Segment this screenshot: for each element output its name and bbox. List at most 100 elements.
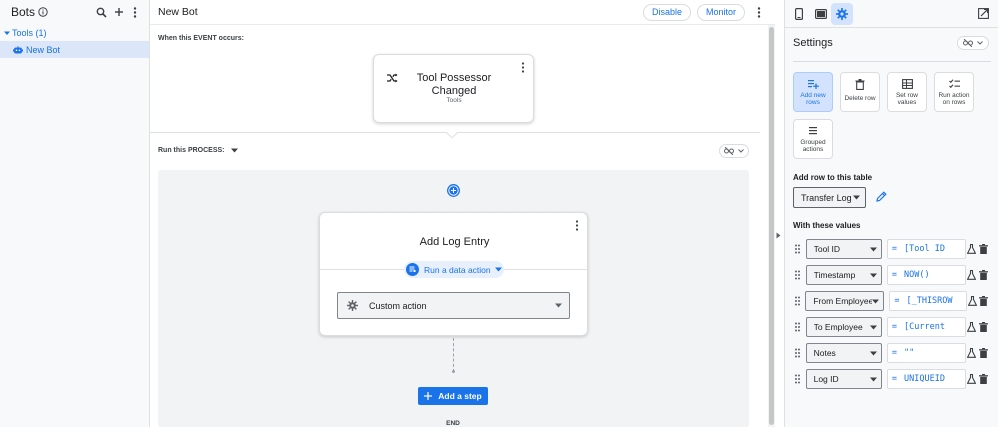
flask-icon[interactable] bbox=[966, 270, 978, 280]
expression-field[interactable]: = [_THISROW bbox=[889, 291, 967, 311]
divider-notch bbox=[446, 132, 458, 138]
canvas-scrollbar[interactable] bbox=[768, 25, 775, 427]
column-name: To Employee bbox=[813, 322, 863, 332]
column-select[interactable]: Notes bbox=[805, 343, 882, 363]
info-icon[interactable] bbox=[38, 7, 48, 17]
expression-value: [Current bbox=[904, 322, 945, 332]
data-action-icon bbox=[406, 263, 419, 276]
expression-field[interactable]: = "" bbox=[886, 343, 966, 363]
shuffle-icon bbox=[387, 73, 398, 83]
process-label: Run this PROCESS: bbox=[158, 147, 225, 154]
add-icon bbox=[424, 392, 433, 400]
step-type-chip[interactable]: Run a data action bbox=[404, 261, 504, 278]
settings-divider bbox=[793, 61, 991, 62]
tile-run-action-on-rows[interactable]: Run action on rows bbox=[934, 72, 974, 112]
connector-line bbox=[453, 338, 454, 372]
flask-icon[interactable] bbox=[967, 296, 978, 306]
flask-icon[interactable] bbox=[966, 374, 978, 384]
tile-label: Delete row bbox=[844, 95, 876, 102]
table-select[interactable]: Transfer Log bbox=[793, 187, 866, 208]
column-name: Log ID bbox=[813, 374, 839, 384]
phone-icon[interactable] bbox=[795, 8, 803, 20]
add-icon[interactable] bbox=[111, 4, 127, 20]
flask-icon[interactable] bbox=[966, 244, 978, 254]
tree-item-label: New Bot bbox=[26, 44, 61, 55]
delete-icon[interactable] bbox=[977, 348, 989, 358]
delete-icon[interactable] bbox=[978, 296, 989, 306]
search-icon[interactable] bbox=[93, 4, 109, 20]
table-select-value: Transfer Log bbox=[801, 192, 852, 203]
drag-handle-icon[interactable] bbox=[793, 296, 802, 306]
add-circle-icon[interactable] bbox=[447, 184, 460, 197]
tile-grouped-actions[interactable]: Grouped actions bbox=[793, 119, 833, 159]
equals-sign: = bbox=[891, 348, 898, 358]
tile-label: Set row values bbox=[895, 92, 919, 106]
bots-sidebar: Bots Tools (1) New Bot bbox=[0, 0, 150, 427]
edit-icon[interactable] bbox=[876, 191, 887, 202]
column-select[interactable]: To Employee bbox=[805, 317, 882, 337]
visibility-toggle[interactable] bbox=[957, 36, 989, 50]
tile-set-row-values[interactable]: Set row values bbox=[887, 72, 927, 112]
add-step-button[interactable]: Add a step bbox=[418, 387, 488, 405]
tree-item-new-bot[interactable]: New Bot bbox=[0, 41, 149, 58]
panel-divider bbox=[785, 27, 998, 28]
event-card[interactable]: Tool Possessor Changed Tools bbox=[373, 54, 534, 123]
column-select[interactable]: Timestamp bbox=[805, 265, 882, 285]
action-select[interactable]: Custom action bbox=[337, 292, 570, 319]
column-select[interactable]: From Employee bbox=[805, 291, 885, 311]
delete-icon[interactable] bbox=[977, 270, 989, 280]
expression-field[interactable]: = NOW() bbox=[886, 265, 966, 285]
value-row: Tool ID = [Tool ID bbox=[793, 239, 989, 259]
drag-handle-icon[interactable] bbox=[793, 348, 803, 358]
tablet-icon[interactable] bbox=[815, 9, 827, 19]
expression-value: [Tool ID bbox=[904, 244, 945, 254]
flask-icon[interactable] bbox=[966, 322, 978, 332]
disable-button[interactable]: Disable bbox=[642, 3, 691, 21]
delete-icon[interactable] bbox=[977, 374, 989, 384]
event-card-title: Tool Possessor Changed bbox=[416, 72, 492, 97]
expression-field[interactable]: = [Current bbox=[886, 317, 966, 337]
step-card[interactable]: Add Log Entry Run a data action Custom a… bbox=[319, 212, 589, 336]
step-type-label: Run a data action bbox=[424, 264, 491, 275]
list-icon bbox=[808, 126, 818, 139]
drag-handle-icon[interactable] bbox=[793, 244, 803, 254]
drag-handle-icon[interactable] bbox=[793, 322, 803, 332]
more-vert-icon[interactable] bbox=[569, 217, 585, 233]
tree-item-tools[interactable]: Tools (1) bbox=[0, 24, 149, 41]
monitor-button[interactable]: Monitor bbox=[696, 3, 745, 21]
column-select[interactable]: Tool ID bbox=[805, 239, 882, 259]
delete-icon bbox=[855, 79, 865, 93]
scrollbar-thumb[interactable] bbox=[769, 27, 774, 425]
more-vert-icon[interactable] bbox=[515, 59, 531, 75]
more-vert-icon[interactable] bbox=[127, 4, 143, 20]
column-select[interactable]: Log ID bbox=[805, 369, 882, 389]
expression-value: UNIQUEID bbox=[904, 374, 945, 384]
tile-add-new-rows[interactable]: Add new rows bbox=[793, 72, 833, 112]
caret-down-icon bbox=[4, 30, 10, 36]
more-vert-icon[interactable] bbox=[751, 4, 767, 20]
delete-icon[interactable] bbox=[977, 244, 989, 254]
drag-handle-icon[interactable] bbox=[793, 270, 803, 280]
tile-label: Run action on rows bbox=[938, 92, 970, 106]
expand-panel-icon[interactable] bbox=[776, 232, 781, 239]
caret-down-icon bbox=[230, 148, 238, 153]
add-step-label: Add a step bbox=[438, 391, 482, 401]
flask-icon[interactable] bbox=[966, 348, 978, 358]
settings-tab[interactable] bbox=[831, 3, 853, 25]
expression-field[interactable]: = UNIQUEID bbox=[886, 369, 966, 389]
tile-delete-row[interactable]: Delete row bbox=[840, 72, 880, 112]
chevron-down-icon bbox=[738, 149, 744, 153]
process-selector[interactable]: Run this PROCESS: bbox=[158, 147, 238, 154]
gear-icon bbox=[347, 300, 358, 311]
delete-icon[interactable] bbox=[977, 322, 989, 332]
visibility-toggle[interactable] bbox=[719, 144, 749, 158]
open-in-new-icon[interactable] bbox=[978, 8, 989, 19]
expression-field[interactable]: = [Tool ID bbox=[886, 239, 966, 259]
add-row-label: Add row to this table bbox=[793, 173, 873, 182]
event-card-subtitle: Tools bbox=[446, 97, 462, 104]
value-row: From Employee = [_THISROW bbox=[793, 291, 989, 311]
expression-value: "" bbox=[904, 348, 915, 358]
editor-header: New Bot Disable Monitor bbox=[150, 0, 775, 25]
drag-handle-icon[interactable] bbox=[793, 374, 803, 384]
column-name: From Employee bbox=[813, 296, 873, 306]
